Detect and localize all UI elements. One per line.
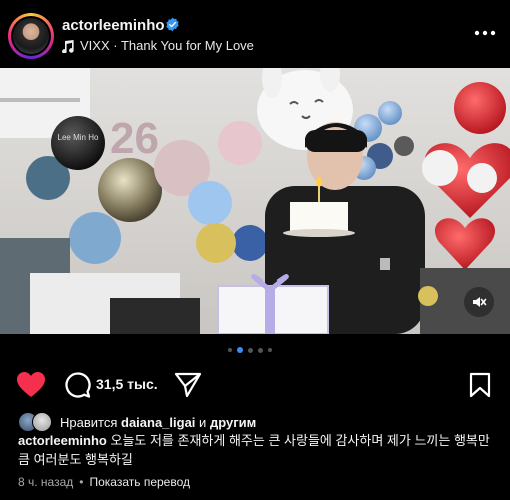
photo-illustration: Lee Min Ho 2​6 [0, 68, 510, 334]
comment-icon[interactable] [64, 371, 92, 399]
music-label[interactable]: VIXX · Thank You for My Love [62, 38, 254, 53]
carousel-dot [248, 347, 253, 353]
likes-prefix: Нравится [60, 414, 118, 430]
action-bar: 31,5 тыс. [0, 366, 510, 402]
music-text: VIXX · Thank You for My Love [80, 38, 254, 53]
share-icon[interactable] [174, 372, 202, 398]
post-meta: 8 ч. назад • Показать перевод [18, 475, 191, 489]
number-balloon: 2​6 [110, 114, 159, 163]
translate-link[interactable]: Показать перевод [89, 475, 190, 489]
carousel-dot [228, 348, 232, 352]
mute-icon [473, 297, 487, 307]
more-icon[interactable] [474, 28, 496, 38]
carousel-dot [268, 348, 272, 352]
heart-icon[interactable] [16, 371, 46, 398]
liker-avatars [18, 412, 56, 432]
username[interactable]: actorleeminho [62, 17, 165, 34]
avatar[interactable] [8, 13, 54, 59]
save-icon[interactable] [468, 372, 492, 398]
carousel-indicator [228, 347, 272, 353]
comment-count[interactable]: 31,5 тыс. [96, 376, 158, 392]
timestamp: 8 ч. назад [18, 475, 74, 489]
likes-summary[interactable]: Нравится daiana_ligai и другим [18, 412, 256, 432]
avatar [32, 412, 52, 432]
svg-text:Lee Min Ho: Lee Min Ho [58, 133, 99, 142]
post-photo[interactable]: Lee Min Ho 2​6 [0, 68, 510, 334]
caption: actorleeminho 오늘도 저를 존재하게 해주는 큰 사랑들에 감사하… [18, 431, 498, 469]
caption-username[interactable]: actorleeminho [18, 433, 107, 448]
music-note-icon [62, 39, 74, 53]
likes-suffix[interactable]: другим [210, 415, 256, 430]
likes-middle: и [199, 414, 207, 430]
verified-icon [166, 17, 179, 32]
post-header: actorleeminho VIXX · Thank You for My Lo… [0, 0, 510, 68]
carousel-dot [258, 347, 263, 353]
likes-user[interactable]: daiana_ligai [121, 415, 195, 430]
carousel-dot-active [237, 347, 243, 353]
mute-button[interactable] [464, 287, 494, 317]
